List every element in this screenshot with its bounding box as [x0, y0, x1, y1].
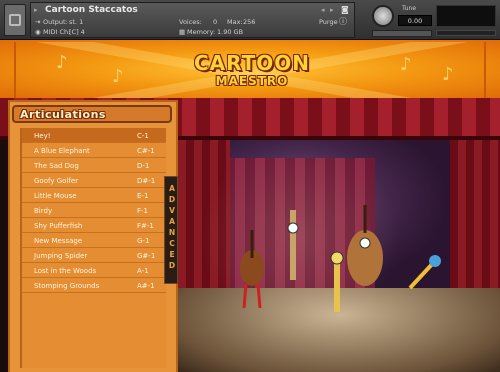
- instrument-icon[interactable]: [4, 4, 26, 36]
- articulations-header: Articulations: [12, 105, 172, 123]
- tune-value[interactable]: 0.00: [398, 15, 432, 26]
- pan-slider[interactable]: [436, 30, 496, 36]
- output-label: Output:: [43, 18, 68, 26]
- level-meter: [436, 5, 496, 27]
- articulation-key: C#-1: [137, 147, 155, 155]
- articulation-key: D-1: [137, 162, 150, 170]
- articulation-label: A Blue Elephant: [34, 147, 90, 155]
- articulation-row[interactable]: Lost in the Woods A-1: [22, 263, 166, 278]
- articulation-key: C-1: [137, 132, 149, 140]
- articulation-row[interactable]: Little Mouse E-1: [22, 188, 166, 203]
- tune-section: Tune 0.00: [358, 2, 498, 38]
- flute-character: [287, 210, 299, 280]
- articulation-label: Little Mouse: [34, 192, 77, 200]
- articulations-title: Articulations: [20, 108, 106, 121]
- midi-channel-label: MIDI Ch:: [43, 28, 71, 36]
- articulation-key: F#-1: [137, 222, 154, 230]
- camera-icon[interactable]: ◙: [341, 5, 349, 14]
- memory-value: 1.90 GB: [217, 28, 244, 36]
- articulation-label: Shy Pufferfish: [34, 222, 83, 230]
- instrument-header: ▸ Cartoon Staccatos ◂ ▸ ◙ ⓘ ⇥ Output: st…: [0, 0, 500, 40]
- next-instrument-icon[interactable]: ▸: [330, 6, 334, 14]
- articulation-row[interactable]: Hey! C-1: [22, 128, 166, 143]
- articulation-key: G-1: [137, 237, 150, 245]
- articulation-label: Jumping Spider: [34, 252, 88, 260]
- instrument-info-panel: ▸ Cartoon Staccatos ◂ ▸ ◙ ⓘ ⇥ Output: st…: [30, 2, 355, 38]
- voices-value: 0: [213, 18, 218, 26]
- instrument-title[interactable]: Cartoon Staccatos: [45, 5, 138, 15]
- memory-label: Memory:: [187, 28, 216, 36]
- midi-channel-select[interactable]: [C] 4: [69, 28, 85, 36]
- logo-subtitle: MAESTRO: [215, 74, 289, 88]
- info-icon[interactable]: ⓘ: [339, 16, 347, 27]
- articulation-row[interactable]: Jumping Spider G#-1: [22, 248, 166, 263]
- aux-buttons[interactable]: [372, 30, 432, 37]
- purge-menu[interactable]: Purge: [319, 18, 338, 26]
- tune-label: Tune: [402, 5, 417, 12]
- advanced-tab-label: ADVANCED: [168, 184, 176, 270]
- articulation-row[interactable]: New Message G-1: [22, 233, 166, 248]
- articulation-key: F-1: [137, 207, 149, 215]
- articulation-label: Goofy Golfer: [34, 177, 78, 185]
- collapse-arrow-icon[interactable]: ▸: [34, 6, 38, 14]
- articulation-label: Stomping Grounds: [34, 282, 100, 290]
- output-icon: ⇥: [35, 18, 41, 26]
- max-voices-value[interactable]: 256: [243, 18, 255, 26]
- articulation-key: E-1: [137, 192, 149, 200]
- articulation-row[interactable]: The Sad Dog D-1: [22, 158, 166, 173]
- voices-label: Voices:: [179, 18, 202, 26]
- title-banner: ♪ ♪ ♪ ♪ CARTOON MAESTRO: [0, 40, 500, 98]
- memory-icon: ▦: [179, 28, 186, 36]
- output-select[interactable]: st. 1: [69, 18, 83, 26]
- max-label: Max:: [227, 18, 243, 26]
- violin-character: [240, 230, 264, 309]
- articulations-list: Hey! C-1 A Blue Elephant C#-1 The Sad Dog D…: [20, 128, 166, 368]
- tune-knob[interactable]: [372, 5, 394, 27]
- articulation-label: The Sad Dog: [34, 162, 79, 170]
- logo-title: CARTOON: [193, 51, 311, 75]
- articulation-key: A#-1: [137, 282, 155, 290]
- articulation-label: New Message: [34, 237, 83, 245]
- articulation-row[interactable]: Shy Pufferfish F#-1: [22, 218, 166, 233]
- double-bass-character: [347, 205, 383, 286]
- articulation-key: G#-1: [137, 252, 156, 260]
- trumpet-character: [408, 255, 441, 290]
- articulation-key: D#-1: [137, 177, 156, 185]
- articulation-row[interactable]: Birdy F-1: [22, 203, 166, 218]
- articulation-label: Hey!: [34, 132, 51, 140]
- advanced-tab[interactable]: ADVANCED: [164, 176, 178, 284]
- articulation-row[interactable]: A Blue Elephant C#-1: [22, 143, 166, 158]
- midi-icon: ◉: [35, 28, 41, 36]
- articulation-label: Lost in the Woods: [34, 267, 97, 275]
- articulations-panel: Articulations Hey! C-1 A Blue Elephant C#-…: [8, 100, 178, 372]
- wrench-icon: [9, 14, 21, 26]
- articulation-label: Birdy: [34, 207, 53, 215]
- articulation-row[interactable]: Goofy Golfer D#-1: [22, 173, 166, 188]
- articulation-key: A-1: [137, 267, 149, 275]
- articulation-row[interactable]: Stomping Grounds A#-1: [22, 278, 166, 293]
- prev-instrument-icon[interactable]: ◂: [321, 6, 325, 14]
- banner-inner: ♪ ♪ ♪ ♪ CARTOON MAESTRO: [14, 42, 486, 98]
